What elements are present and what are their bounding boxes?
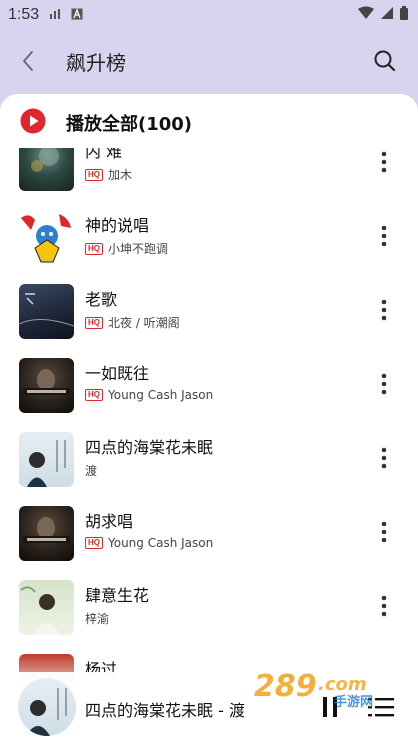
more-options-button[interactable] [374, 593, 394, 619]
song-title: 胡求唱 [85, 512, 134, 531]
song-subtitle: 梓渝 [85, 610, 109, 627]
hq-badge: HQ [85, 389, 103, 401]
status-bar: 1:53 [0, 0, 418, 30]
song-artist: Young Cash Jason [108, 536, 214, 550]
now-playing-cover [18, 678, 76, 736]
play-circle-icon [20, 108, 46, 134]
more-vertical-icon [381, 521, 387, 543]
more-vertical-icon [381, 151, 387, 173]
song-artist: 北夜 / 听潮阁 [108, 316, 180, 330]
search-icon [374, 50, 396, 72]
song-list-sheet: 内 难 HQ 加木 神的说唱 HQ 小坤不跑调 老歌 HQ 北夜 / 听潮阁 一… [0, 94, 418, 744]
more-vertical-icon [381, 299, 387, 321]
song-subtitle: HQ Young Cash Jason [85, 388, 213, 402]
more-options-button[interactable] [374, 223, 394, 249]
hq-badge: HQ [85, 242, 103, 255]
album-cover [19, 284, 74, 339]
song-artist: Young Cash Jason [108, 388, 214, 402]
song-subtitle: HQ Young Cash Jason [85, 536, 213, 550]
more-options-button[interactable] [374, 149, 394, 175]
more-vertical-icon [381, 373, 387, 395]
song-artist: 加木 [108, 168, 133, 182]
song-title: 肆意生花 [85, 586, 150, 605]
list-item[interactable]: 神的说唱 HQ 小坤不跑调 [0, 200, 418, 274]
list-item[interactable]: 一如既往 HQ Young Cash Jason [0, 348, 418, 422]
watermark-suffix: .com [318, 674, 367, 695]
song-artist: 梓渝 [85, 612, 110, 626]
wifi-icon [358, 6, 374, 24]
more-vertical-icon [381, 225, 387, 247]
song-title: 一如既往 [85, 364, 150, 383]
hq-badge: HQ [85, 316, 103, 329]
cell-signal-icon [380, 6, 394, 24]
list-item[interactable]: 胡求唱 HQ Young Cash Jason [0, 496, 418, 570]
search-button[interactable] [372, 48, 398, 74]
song-artist: 渡 [85, 464, 98, 478]
more-options-button[interactable] [374, 297, 394, 323]
list-item[interactable]: 四点的海棠花未眠 渡 [0, 422, 418, 496]
hq-badge: HQ [85, 537, 103, 549]
site-watermark-logo: 289 .com 手游网 [254, 668, 394, 710]
song-subtitle: HQ 小坤不跑调 [85, 240, 168, 257]
play-all-bar[interactable]: 播放全部(100) [0, 94, 418, 148]
song-subtitle: HQ 北夜 / 听潮阁 [85, 314, 180, 331]
album-cover [19, 580, 74, 635]
keyboard-icon [71, 7, 83, 23]
song-title: 四点的海棠花未眠 [85, 438, 214, 457]
battery-icon [400, 6, 408, 24]
list-item[interactable]: 老歌 HQ 北夜 / 听潮阁 [0, 274, 418, 348]
list-item[interactable]: 肆意生花 梓渝 [0, 570, 418, 644]
now-playing-title: 四点的海棠花未眠 - 渡 [85, 701, 245, 720]
album-cover [19, 432, 74, 487]
status-time: 1:53 [8, 6, 40, 23]
more-options-button[interactable] [374, 519, 394, 545]
signal-stats-icon [49, 8, 61, 23]
song-title: 神的说唱 [85, 216, 150, 235]
song-title: 老歌 [85, 290, 118, 309]
more-options-button[interactable] [374, 445, 394, 471]
page-title: 飙升榜 [66, 51, 126, 75]
more-vertical-icon [381, 595, 387, 617]
top-bar: 飙升榜 [0, 30, 418, 92]
more-vertical-icon [381, 447, 387, 469]
back-button[interactable] [16, 48, 42, 74]
album-cover [19, 358, 74, 413]
song-artist: 小坤不跑调 [108, 242, 169, 256]
watermark-number: 289 [254, 669, 317, 704]
more-options-button[interactable] [374, 371, 394, 397]
hq-badge: HQ [85, 168, 103, 181]
album-cover [19, 210, 74, 265]
song-subtitle: 渡 [85, 462, 97, 479]
play-all-label: 播放全部(100) [66, 114, 193, 135]
album-cover [19, 506, 74, 561]
watermark-sub: 手游网 [334, 694, 373, 708]
chevron-left-icon [22, 51, 33, 71]
song-subtitle: HQ 加木 [85, 166, 132, 183]
